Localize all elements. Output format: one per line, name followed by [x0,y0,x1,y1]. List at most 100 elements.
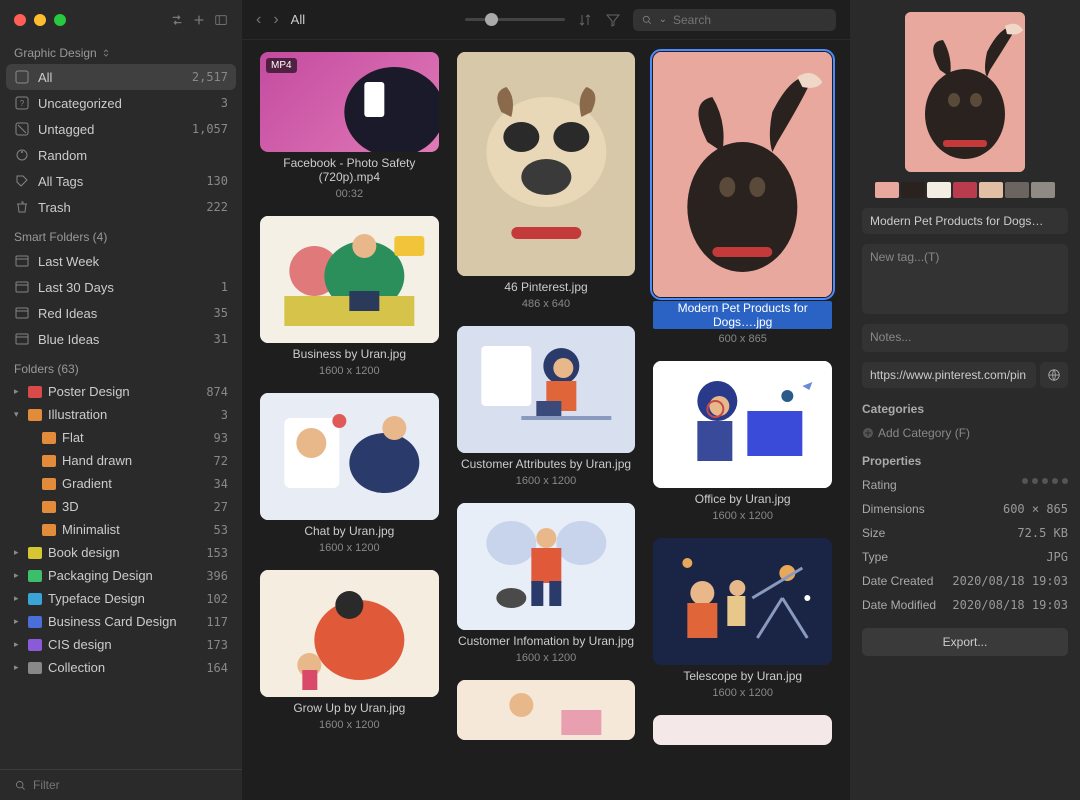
card-title: Customer Infomation by Uran.jpg [458,634,634,648]
search-icon [14,779,27,792]
filter-input[interactable] [33,778,228,792]
properties-heading: Properties [862,454,1068,468]
card-title: Facebook - Photo Safety (720p).mp4 [260,156,439,184]
color-swatch[interactable] [901,182,925,198]
rating-stars[interactable] [1022,478,1068,492]
color-swatches [862,182,1068,198]
export-button[interactable]: Export... [862,628,1068,656]
folder-item[interactable]: ▾Illustration3 [0,403,242,426]
smart-folders-heading: Smart Folders (4) [0,220,242,248]
gallery-column: 46 Pinterest.jpg 486 x 640 Customer Attr… [457,52,636,788]
sidebar-item-uncategorized[interactable]: ?Uncategorized3 [0,90,242,116]
inspector-panel: Modern Pet Products for Dogs… New tag...… [850,0,1080,800]
window-controls [0,0,242,40]
sidebar-item-all[interactable]: All2,517 [6,64,236,90]
smart-folder-item[interactable]: Last Week [0,248,242,274]
prop-modified: Date Modified2020/08/18 19:03 [862,598,1068,612]
smart-folder-item[interactable]: Last 30 Days1 [0,274,242,300]
card-item[interactable]: Telescope by Uran.jpg 1600 x 1200 [653,538,832,699]
card-meta: 1600 x 1200 [712,687,773,699]
sidebar-toggle-icon[interactable] [214,13,228,27]
breadcrumb: All [291,12,305,27]
card-item[interactable]: Customer Infomation by Uran.jpg 1600 x 1… [457,503,636,664]
close-window[interactable] [14,14,26,26]
search-box[interactable]: ⌄ [633,9,836,31]
card-item[interactable] [457,680,636,740]
toolbar: ‹ › All ⌄ [242,0,850,40]
sidebar-item-all-tags[interactable]: All Tags130 [0,168,242,194]
color-swatch[interactable] [927,182,951,198]
minimize-window[interactable] [34,14,46,26]
card-meta: 1600 x 1200 [319,719,380,731]
smart-folder-item[interactable]: Red Ideas35 [0,300,242,326]
folder-child-item[interactable]: 3D27 [0,495,242,518]
folder-item[interactable]: ▸Book design153 [0,541,242,564]
folder-child-item[interactable]: Flat93 [0,426,242,449]
card-item[interactable]: Chat by Uran.jpg 1600 x 1200 [260,393,439,554]
add-category-button[interactable]: Add Category (F) [862,426,1068,440]
folder-child-item[interactable]: Minimalist53 [0,518,242,541]
gallery-column: Modern Pet Products for Dogs….jpg 600 x … [653,52,832,788]
card-item[interactable]: Modern Pet Products for Dogs….jpg 600 x … [653,52,832,345]
card-item[interactable] [653,715,832,745]
chevron-down-icon: ⌄ [659,14,667,25]
url-field[interactable]: https://www.pinterest.com/pin [862,362,1036,388]
folder-item[interactable]: ▸Packaging Design396 [0,564,242,587]
card-title: 46 Pinterest.jpg [504,280,587,294]
add-icon[interactable] [192,13,206,27]
prop-size: Size72.5 KB [862,526,1068,540]
folder-item[interactable]: ▸Business Card Design117 [0,610,242,633]
folder-child-item[interactable]: Hand drawn72 [0,449,242,472]
search-input[interactable] [673,13,828,27]
prop-created: Date Created2020/08/18 19:03 [862,574,1068,588]
sidebar: Graphic Design All2,517?Uncategorized3Un… [0,0,242,800]
filter-icon[interactable] [605,12,621,28]
filter-bar [0,769,242,800]
card-title: Chat by Uran.jpg [304,524,394,538]
updown-icon [101,48,111,58]
card-item[interactable]: MP4 Facebook - Photo Safety (720p).mp4 0… [260,52,439,200]
color-swatch[interactable] [875,182,899,198]
forward-button[interactable]: › [273,11,278,29]
card-item[interactable]: Office by Uran.jpg 1600 x 1200 [653,361,832,522]
color-swatch[interactable] [979,182,1003,198]
library-name: Graphic Design [14,46,97,60]
sidebar-item-untagged[interactable]: Untagged1,057 [0,116,242,142]
card-meta: 600 x 865 [719,333,767,345]
maximize-window[interactable] [54,14,66,26]
card-meta: 1600 x 1200 [712,510,773,522]
folder-child-item[interactable]: Gradient34 [0,472,242,495]
card-title: Business by Uran.jpg [293,347,406,361]
card-item[interactable]: 46 Pinterest.jpg 486 x 640 [457,52,636,310]
card-meta: 1600 x 1200 [516,475,577,487]
color-swatch[interactable] [1031,182,1055,198]
svg-text:?: ? [20,99,25,108]
card-item[interactable]: Grow Up by Uran.jpg 1600 x 1200 [260,570,439,731]
color-swatch[interactable] [953,182,977,198]
name-field[interactable]: Modern Pet Products for Dogs… [862,208,1068,234]
folder-item[interactable]: ▸Collection164 [0,656,242,679]
card-item[interactable]: Customer Attributes by Uran.jpg 1600 x 1… [457,326,636,487]
gallery-column: MP4 Facebook - Photo Safety (720p).mp4 0… [260,52,439,788]
prop-type: TypeJPG [862,550,1068,564]
prop-rating: Rating [862,478,1068,492]
color-swatch[interactable] [1005,182,1029,198]
folder-item[interactable]: ▸Poster Design874 [0,380,242,403]
main-area: ‹ › All ⌄ MP4 Facebook - Photo Safety (7… [242,0,850,800]
library-dropdown[interactable]: Graphic Design [0,40,242,64]
sort-icon[interactable] [577,12,593,28]
folder-item[interactable]: ▸Typeface Design102 [0,587,242,610]
swap-icon[interactable] [170,13,184,27]
notes-field[interactable]: Notes... [862,324,1068,352]
card-item[interactable]: Business by Uran.jpg 1600 x 1200 [260,216,439,377]
prop-dimensions: Dimensions600 × 865 [862,502,1068,516]
folder-item[interactable]: ▸CIS design173 [0,633,242,656]
back-button[interactable]: ‹ [256,11,261,29]
sidebar-item-trash[interactable]: Trash222 [0,194,242,220]
tags-field[interactable]: New tag...(T) [862,244,1068,314]
smart-folder-item[interactable]: Blue Ideas31 [0,326,242,352]
folders-heading: Folders (63) [0,352,242,380]
sidebar-item-random[interactable]: Random [0,142,242,168]
thumbnail-size-slider[interactable] [465,18,565,21]
open-url-button[interactable] [1040,362,1068,388]
